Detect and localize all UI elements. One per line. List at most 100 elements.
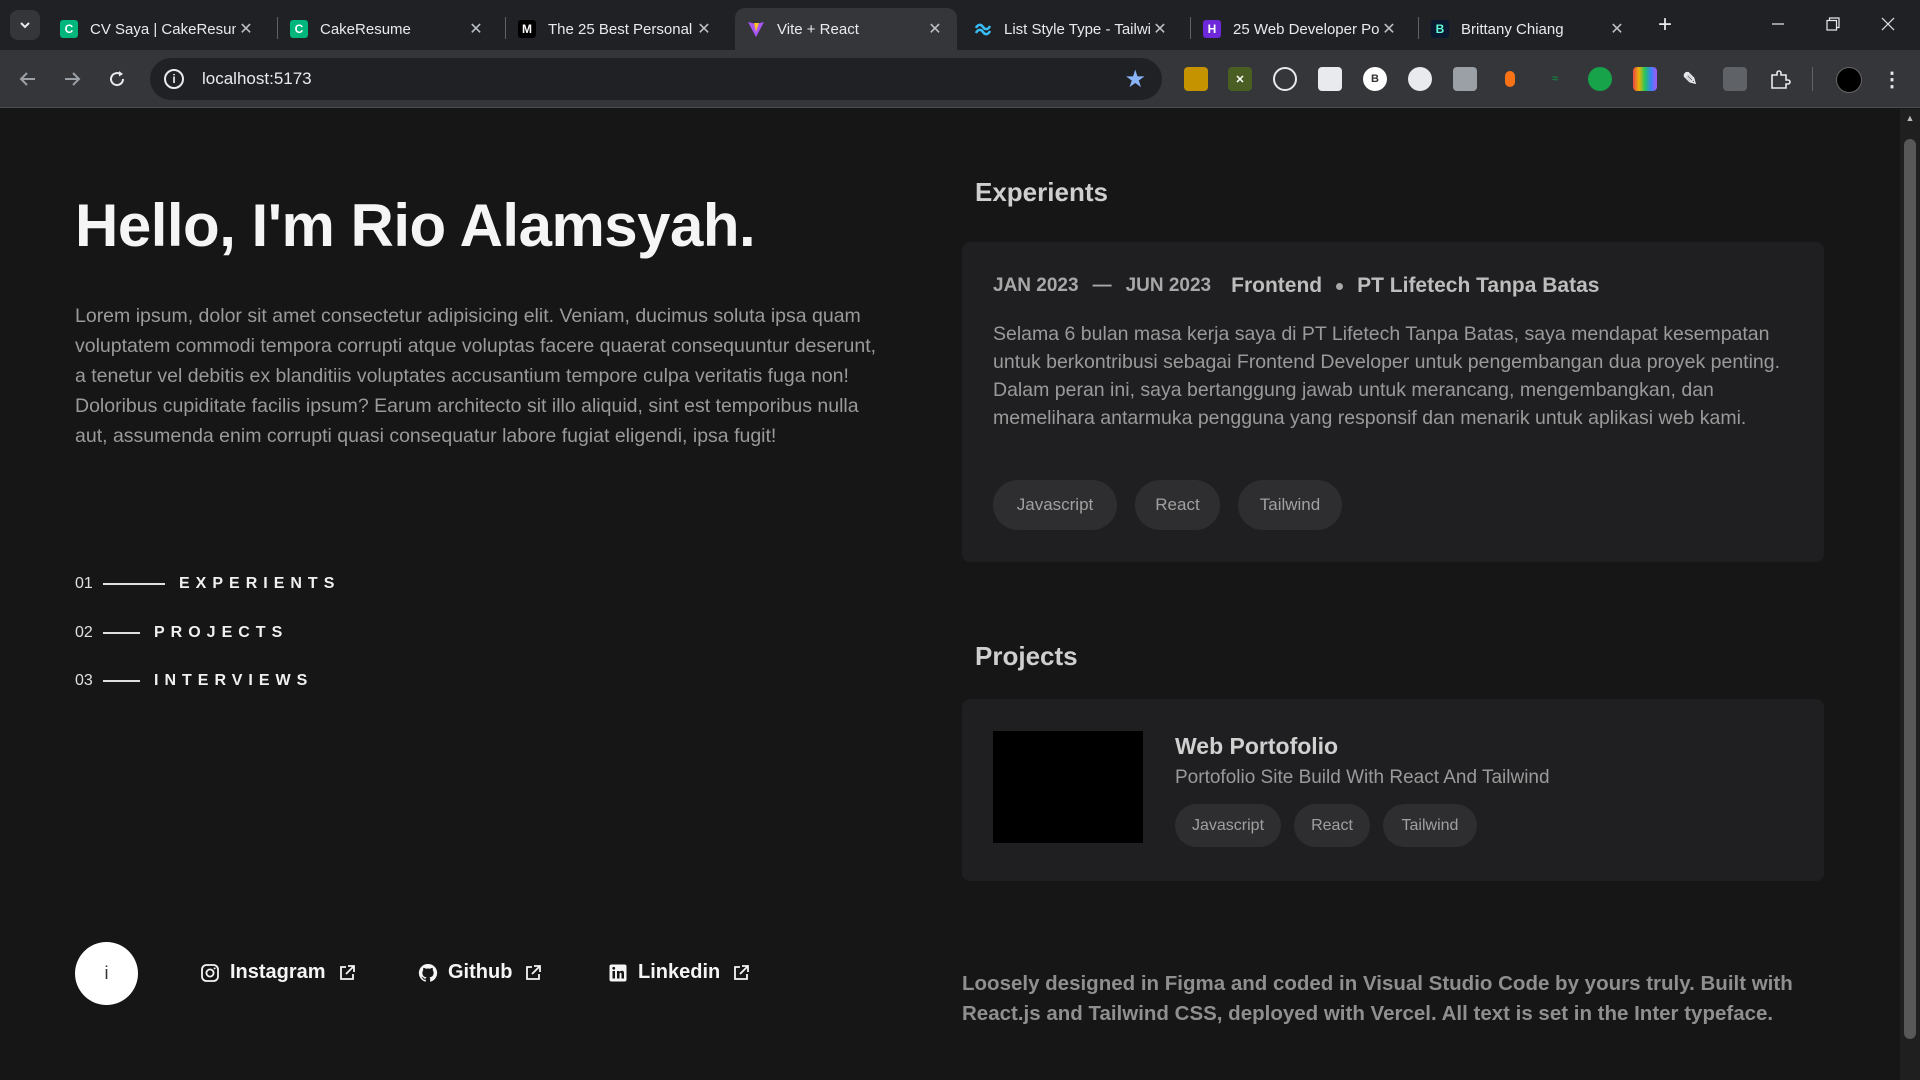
external-link-icon xyxy=(339,964,355,980)
leaf-icon[interactable]: ≈ xyxy=(1543,67,1567,91)
scroll-up-arrow-icon[interactable]: ▲ xyxy=(1900,113,1920,123)
tab-cv-saya[interactable]: C CV Saya | CakeResume ✕ xyxy=(48,8,268,50)
experiences-heading: Experients xyxy=(975,177,1108,207)
tag-javascript: Javascript xyxy=(993,480,1117,530)
tailwind-favicon-icon xyxy=(974,23,992,36)
instagram-link[interactable]: Instagram xyxy=(200,961,356,984)
forward-button[interactable] xyxy=(56,63,88,95)
github-icon xyxy=(418,963,438,982)
tab-title: Vite + React xyxy=(777,20,859,38)
tab-strip: C CV Saya | CakeResume ✕ C CakeResume ✕ … xyxy=(0,0,1920,50)
browser-toolbar: i localhost:5173 ★ ✕ B ≈ ✎ ⋮ xyxy=(0,50,1920,108)
linkedin-label: Linkedin xyxy=(638,961,721,983)
tab-vite-react[interactable]: Vite + React ✕ xyxy=(735,8,957,50)
tab-title: 25 Web Developer Portfolio xyxy=(1233,20,1379,38)
page-scrollbar[interactable]: ▲ xyxy=(1900,109,1920,1080)
experience-start-date: JAN 2023 xyxy=(993,275,1079,296)
linkedin-link[interactable]: Linkedin xyxy=(608,961,750,984)
linkedin-icon xyxy=(609,964,627,981)
info-icon[interactable]: i xyxy=(164,69,184,89)
tab-title: Brittany Chiang xyxy=(1461,20,1564,38)
slash-icon[interactable] xyxy=(1453,67,1477,91)
dial-icon[interactable] xyxy=(1273,67,1297,91)
nav-label: PROJECTS xyxy=(154,624,289,641)
tab-title: List Style Type - Tailwind xyxy=(1004,20,1150,38)
tool-icon[interactable]: ✕ xyxy=(1228,67,1252,91)
nav-number: 03 xyxy=(75,672,93,689)
nav-item-projects[interactable]: 02 PROJECTS xyxy=(75,624,288,642)
nav-item-experients[interactable]: 01 EXPERIENTS xyxy=(75,575,340,593)
b-icon[interactable]: B xyxy=(1363,67,1387,91)
hero-description: Lorem ipsum, dolor sit amet consectetur … xyxy=(75,305,877,447)
close-icon[interactable]: ✕ xyxy=(236,19,256,39)
new-tab-button[interactable]: + xyxy=(1650,10,1680,40)
project-thumbnail xyxy=(993,731,1143,843)
tag-react: React xyxy=(1294,804,1370,847)
close-icon[interactable]: ✕ xyxy=(925,19,945,39)
fire-icon[interactable] xyxy=(1498,67,1522,91)
restore-button[interactable] xyxy=(1808,8,1858,40)
github-label: Github xyxy=(448,961,513,983)
nav-line xyxy=(103,583,165,585)
project-card[interactable]: Web Portofolio Portofolio Site Build Wit… xyxy=(962,699,1824,881)
reload-button[interactable] xyxy=(101,63,133,95)
bookmark-star-icon[interactable]: ★ xyxy=(1124,65,1146,94)
puzzle-icon[interactable] xyxy=(1768,67,1792,91)
tab-search-button[interactable] xyxy=(10,10,40,40)
more-menu-icon[interactable]: ⋮ xyxy=(1880,67,1904,91)
experience-end-date: JUN 2023 xyxy=(1125,275,1212,296)
experience-meta: JAN 2023 — JUN 2023 Frontend PT Lifetech… xyxy=(993,274,1599,298)
tag-tailwind: Tailwind xyxy=(1383,804,1477,847)
nav-item-interviews[interactable]: 03 INTERVIEWS xyxy=(75,672,313,690)
tab-web-developer[interactable]: H 25 Web Developer Portfolio ✕ xyxy=(1191,8,1411,50)
scroll-thumb[interactable] xyxy=(1904,139,1916,1039)
nav-line xyxy=(103,632,140,634)
tab-list-style-type[interactable]: List Style Type - Tailwind ✕ xyxy=(962,8,1182,50)
date-separator: — xyxy=(1092,275,1112,296)
profile-avatar[interactable] xyxy=(1836,67,1862,93)
eye-icon[interactable] xyxy=(1588,67,1612,91)
close-icon[interactable]: ✕ xyxy=(1607,19,1627,39)
close-icon xyxy=(1881,17,1895,31)
instagram-icon xyxy=(201,963,219,982)
nav-line xyxy=(103,680,140,682)
tab-title: CakeResume xyxy=(320,20,411,38)
tab-title: CV Saya | CakeResume xyxy=(90,20,236,38)
reload-icon xyxy=(110,71,125,87)
url-text[interactable]: localhost:5173 xyxy=(202,69,1124,89)
brittany-favicon-icon: B xyxy=(1431,20,1449,38)
project-title: Web Portofolio xyxy=(1175,733,1339,759)
tab-cakeresume[interactable]: C CakeResume ✕ xyxy=(278,8,498,50)
nav-label: INTERVIEWS xyxy=(154,672,314,689)
close-icon[interactable]: ✕ xyxy=(1379,19,1399,39)
close-icon[interactable]: ✕ xyxy=(1150,19,1170,39)
bullet-dot xyxy=(1336,282,1344,290)
window-close-button[interactable] xyxy=(1863,8,1913,40)
address-bar[interactable]: i localhost:5173 ★ xyxy=(150,58,1162,100)
close-icon[interactable]: ✕ xyxy=(466,19,486,39)
tab-brittany-chiang[interactable]: B Brittany Chiang ✕ xyxy=(1419,8,1639,50)
close-icon[interactable]: ✕ xyxy=(694,19,714,39)
avatar[interactable]: i xyxy=(75,942,138,1005)
hostinger-favicon-icon: H xyxy=(1203,20,1221,38)
tab-best-personal[interactable]: M The 25 Best Personal ✕ xyxy=(506,8,726,50)
github-link[interactable]: Github xyxy=(418,961,542,984)
chart-icon[interactable] xyxy=(1318,67,1342,91)
experience-description: Selama 6 bulan masa kerja saya di PT Lif… xyxy=(993,323,1781,429)
experience-role: Frontend xyxy=(1231,274,1323,297)
palette-icon[interactable] xyxy=(1633,67,1657,91)
plus-icon: + xyxy=(1657,11,1672,38)
robot-icon[interactable] xyxy=(1408,67,1432,91)
projects-heading: Projects xyxy=(975,641,1078,671)
folder-icon[interactable] xyxy=(1184,67,1208,91)
restore-icon xyxy=(1826,17,1840,31)
nav-label: EXPERIENTS xyxy=(179,575,341,592)
experience-card[interactable]: JAN 2023 — JUN 2023 Frontend PT Lifetech… xyxy=(962,242,1824,562)
hero-title: Hello, I'm Rio Alamsyah. xyxy=(75,192,756,259)
box-icon[interactable] xyxy=(1723,67,1747,91)
medium-favicon-icon: M xyxy=(518,20,536,38)
minimize-button[interactable] xyxy=(1753,8,1803,40)
back-button[interactable] xyxy=(12,63,44,95)
tag-react: React xyxy=(1135,480,1220,530)
pen-icon[interactable]: ✎ xyxy=(1678,67,1702,91)
